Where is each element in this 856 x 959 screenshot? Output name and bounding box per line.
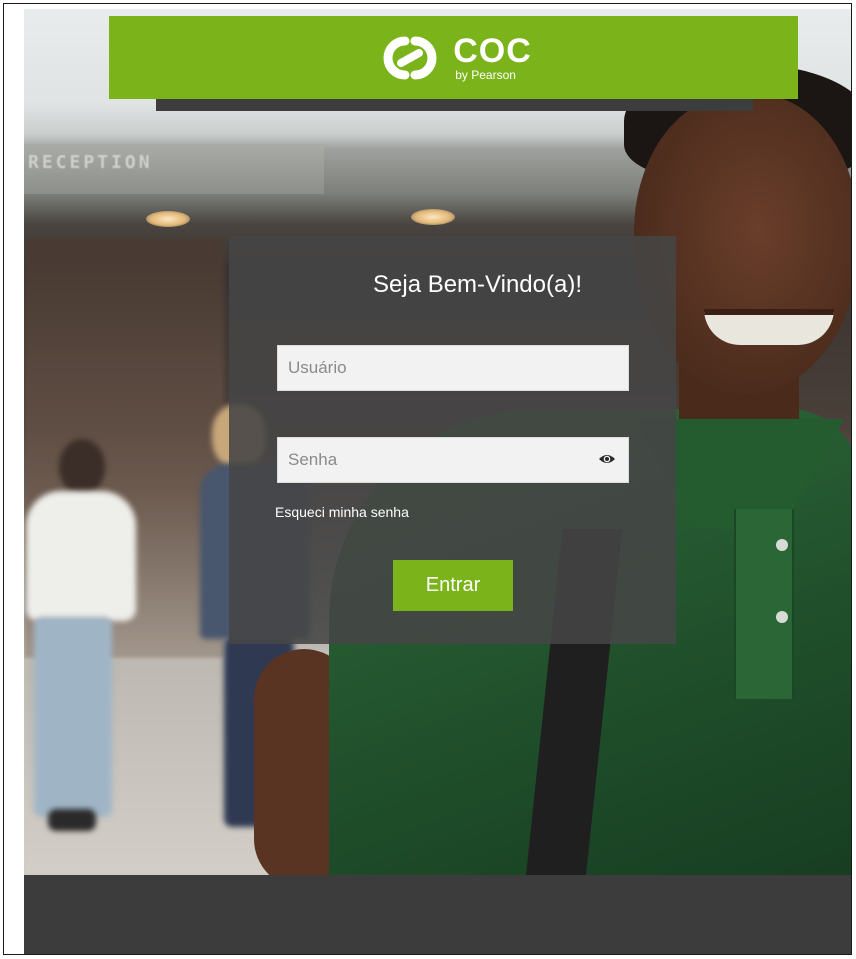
brand-name: COC <box>453 32 532 70</box>
username-input[interactable] <box>278 346 628 390</box>
password-field[interactable] <box>277 437 629 483</box>
login-title: Seja Bem-Vindo(a)! <box>373 271 582 298</box>
shirt-placket <box>734 509 794 699</box>
brand-wordmark: COC by Pearson <box>453 34 532 81</box>
student-walking-jeans <box>34 617 112 817</box>
student-walking-head <box>59 439 105 495</box>
login-panel: Seja Bem-Vindo(a)! Esqueci minha senha E… <box>229 236 676 644</box>
ceiling-lamp <box>146 211 190 227</box>
shirt-button <box>776 539 788 551</box>
reception-sign-text: RECEPTION <box>28 152 153 173</box>
username-field[interactable] <box>277 345 629 391</box>
student-smile <box>704 309 834 345</box>
brand-logo: COC by Pearson <box>375 34 532 81</box>
brand-tagline: by Pearson <box>455 68 516 82</box>
page-frame: RECEPTION COC by Pearson Seja Bem-Vindo(… <box>3 3 852 955</box>
footer-bar <box>24 875 851 954</box>
coc-logo-icon <box>383 36 437 79</box>
shirt-button <box>776 611 788 623</box>
header-logo-bar: COC by Pearson <box>109 16 798 99</box>
student-walking-shirt <box>26 491 136 621</box>
eye-icon[interactable] <box>598 452 616 466</box>
login-button[interactable]: Entrar <box>393 560 513 611</box>
password-input[interactable] <box>278 438 628 482</box>
student-walking-shoes <box>48 809 96 831</box>
forgot-password-link[interactable]: Esqueci minha senha <box>275 504 409 520</box>
ceiling-lamp <box>411 209 455 225</box>
